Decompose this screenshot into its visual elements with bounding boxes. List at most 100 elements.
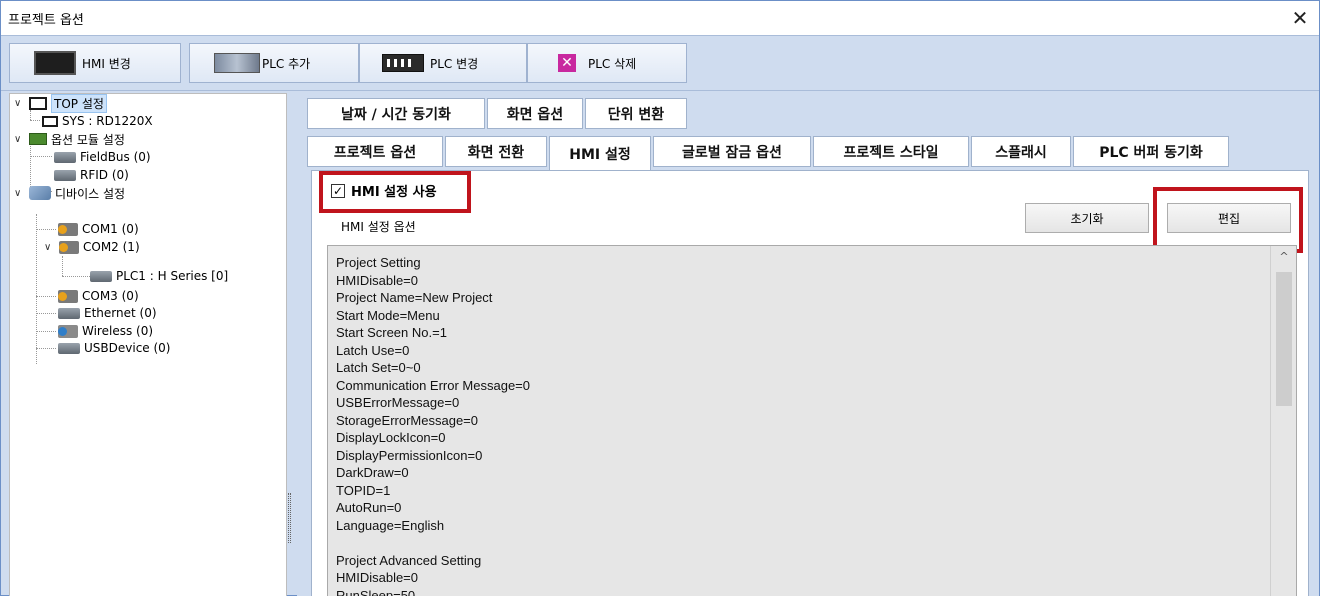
project-options-window: 프로젝트 옵션 ✕ HMI 변경 PLC 추가 PLC 변경 ✕ PLC 삭제 — [0, 0, 1320, 596]
settings-line: StorageErrorMessage=0 — [336, 412, 478, 428]
tree-item-device-setting[interactable]: ∨ 디바이스 설정 — [14, 184, 125, 202]
hmi-change-label: HMI 변경 — [82, 56, 131, 71]
settings-line: RunSleep=50 — [336, 587, 416, 596]
tree-item-label: USBDevice (0) — [84, 341, 171, 355]
plc-rack-icon — [382, 54, 424, 72]
tree-item-sys[interactable]: SYS : RD1220X — [42, 112, 153, 130]
tree-item-com2[interactable]: ∨ COM2 (1) — [44, 238, 140, 256]
tab-hmi-settings[interactable]: HMI 설정 — [549, 136, 651, 170]
tab-date-time-sync[interactable]: 날짜 / 시간 동기화 — [307, 98, 485, 129]
chevron-down-icon[interactable]: ∨ — [44, 242, 56, 253]
tree-item-com3[interactable]: COM3 (0) — [58, 287, 139, 305]
plc-delete-label: PLC 삭제 — [588, 56, 637, 71]
plc-add-button[interactable]: PLC 추가 — [189, 43, 359, 83]
device-icon — [54, 151, 76, 163]
chevron-down-icon[interactable]: ∨ — [14, 134, 26, 145]
tab-plc-buffer-sync[interactable]: PLC 버퍼 동기화 — [1073, 136, 1229, 167]
tab-project-style[interactable]: 프로젝트 스타일 — [813, 136, 969, 167]
hmi-change-button[interactable]: HMI 변경 — [9, 43, 181, 83]
tree-item-label: COM3 (0) — [82, 289, 139, 303]
monitor-icon — [42, 115, 58, 127]
wireless-icon — [58, 324, 78, 338]
plc-change-label: PLC 변경 — [430, 56, 479, 71]
close-icon[interactable]: ✕ — [1287, 5, 1313, 31]
tree-item-top-setting[interactable]: ∨ TOP 설정 — [14, 93, 107, 113]
tree-item-label: 옵션 모듈 설정 — [51, 132, 125, 147]
network-devices-icon — [29, 186, 51, 200]
settings-line: HMIDisable=0 — [336, 570, 419, 585]
settings-line: Project Name=New Project — [336, 290, 493, 305]
usb-device-icon — [58, 342, 80, 354]
tree-item-plc1[interactable]: PLC1 : H Series [0] — [90, 267, 228, 285]
tree-item-usbdevice[interactable]: USBDevice (0) — [58, 339, 170, 357]
delete-x-icon: ✕ — [558, 54, 576, 72]
settings-line: USBErrorMessage=0 — [336, 395, 460, 410]
device-icon — [54, 169, 76, 181]
plc-delete-button[interactable]: ✕ PLC 삭제 — [527, 43, 687, 83]
chevron-down-icon[interactable]: ∨ — [14, 188, 26, 199]
tree-item-label: Wireless (0) — [82, 324, 154, 338]
settings-line: Communication Error Message=0 — [336, 377, 530, 393]
chevron-down-icon[interactable]: ∨ — [14, 98, 26, 109]
tree-item-label: PLC1 : H Series [0] — [116, 269, 229, 283]
hmi-settings-textarea[interactable]: Project Setting HMIDisable=0 Project Name=… — [327, 245, 1297, 596]
settings-line: DarkDraw=0 — [336, 465, 409, 480]
reset-button[interactable]: 초기화 — [1025, 203, 1149, 233]
scroll-up-icon[interactable]: ^ — [1271, 250, 1296, 266]
plc-change-button[interactable]: PLC 변경 — [359, 43, 527, 83]
serial-port-icon — [58, 222, 78, 236]
window-title: 프로젝트 옵션 — [8, 13, 84, 28]
splitter-handle[interactable] — [288, 493, 291, 543]
highlight-box-checkbox — [319, 171, 471, 213]
tree-item-label: Ethernet (0) — [84, 306, 157, 320]
monitor-icon — [29, 96, 47, 110]
tree-item-label: TOP 설정 — [51, 93, 107, 113]
settings-line: Latch Set=0~0 — [336, 360, 421, 375]
settings-line: HMIDisable=0 — [336, 272, 419, 288]
tree-item-fieldbus[interactable]: FieldBus (0) — [54, 148, 151, 166]
settings-line: Project Advanced Setting — [336, 552, 482, 568]
settings-line: Start Mode=Menu — [336, 307, 440, 323]
vertical-scrollbar[interactable]: ^ — [1270, 246, 1296, 596]
tree-item-ethernet[interactable]: Ethernet (0) — [58, 304, 157, 322]
tab-screen-transition[interactable]: 화면 전환 — [445, 136, 547, 167]
settings-line: Language=English — [336, 517, 445, 533]
settings-line — [336, 534, 530, 552]
tree-item-label: 디바이스 설정 — [55, 186, 126, 201]
tab-project-options[interactable]: 프로젝트 옵션 — [307, 136, 443, 167]
tree-item-label: RFID (0) — [80, 168, 129, 182]
settings-line: Start Screen No.=1 — [336, 325, 447, 340]
project-tree: ∨ TOP 설정 SYS : RD1220X ∨ 옵션 모듈 설정 FieldB… — [9, 93, 287, 596]
settings-line: DisplayLockIcon=0 — [336, 430, 446, 445]
tree-item-label: COM2 (1) — [83, 240, 140, 254]
tree-item-label: FieldBus (0) — [80, 150, 151, 164]
settings-line: Latch Use=0 — [336, 342, 410, 358]
tab-splash[interactable]: 스플래시 — [971, 136, 1071, 167]
settings-line: DisplayPermissionIcon=0 — [336, 447, 483, 463]
tab-screen-options[interactable]: 화면 옵션 — [487, 98, 583, 129]
tree-item-com1[interactable]: COM1 (0) — [58, 220, 139, 238]
settings-text: Project Setting HMIDisable=0 Project Name=… — [336, 254, 530, 596]
plc-module-icon — [214, 53, 260, 73]
tab-global-lock-options[interactable]: 글로벌 잠금 옵션 — [653, 136, 811, 167]
title-bar: 프로젝트 옵션 ✕ — [1, 1, 1319, 35]
plc-add-label: PLC 추가 — [262, 56, 311, 71]
toolbar: HMI 변경 PLC 추가 PLC 변경 ✕ PLC 삭제 — [1, 35, 1319, 91]
module-board-icon — [29, 133, 47, 145]
hmi-options-label: HMI 설정 옵션 — [341, 220, 416, 234]
ethernet-icon — [58, 307, 80, 319]
settings-line: TOPID=1 — [336, 482, 391, 498]
highlight-box-edit — [1153, 187, 1303, 253]
serial-port-icon — [59, 240, 79, 254]
tree-item-option-module[interactable]: ∨ 옵션 모듈 설정 — [14, 130, 125, 148]
settings-line: Project Setting — [336, 255, 421, 270]
tree-item-wireless[interactable]: Wireless (0) — [58, 322, 153, 340]
hmi-screen-icon — [34, 51, 76, 75]
serial-port-icon — [58, 289, 78, 303]
scrollbar-thumb[interactable] — [1276, 272, 1292, 406]
tree-item-rfid[interactable]: RFID (0) — [54, 166, 129, 184]
plc-device-icon — [90, 270, 112, 282]
tree-item-label: COM1 (0) — [82, 222, 139, 236]
tab-unit-conversion[interactable]: 단위 변환 — [585, 98, 687, 129]
settings-line: AutoRun=0 — [336, 500, 402, 515]
